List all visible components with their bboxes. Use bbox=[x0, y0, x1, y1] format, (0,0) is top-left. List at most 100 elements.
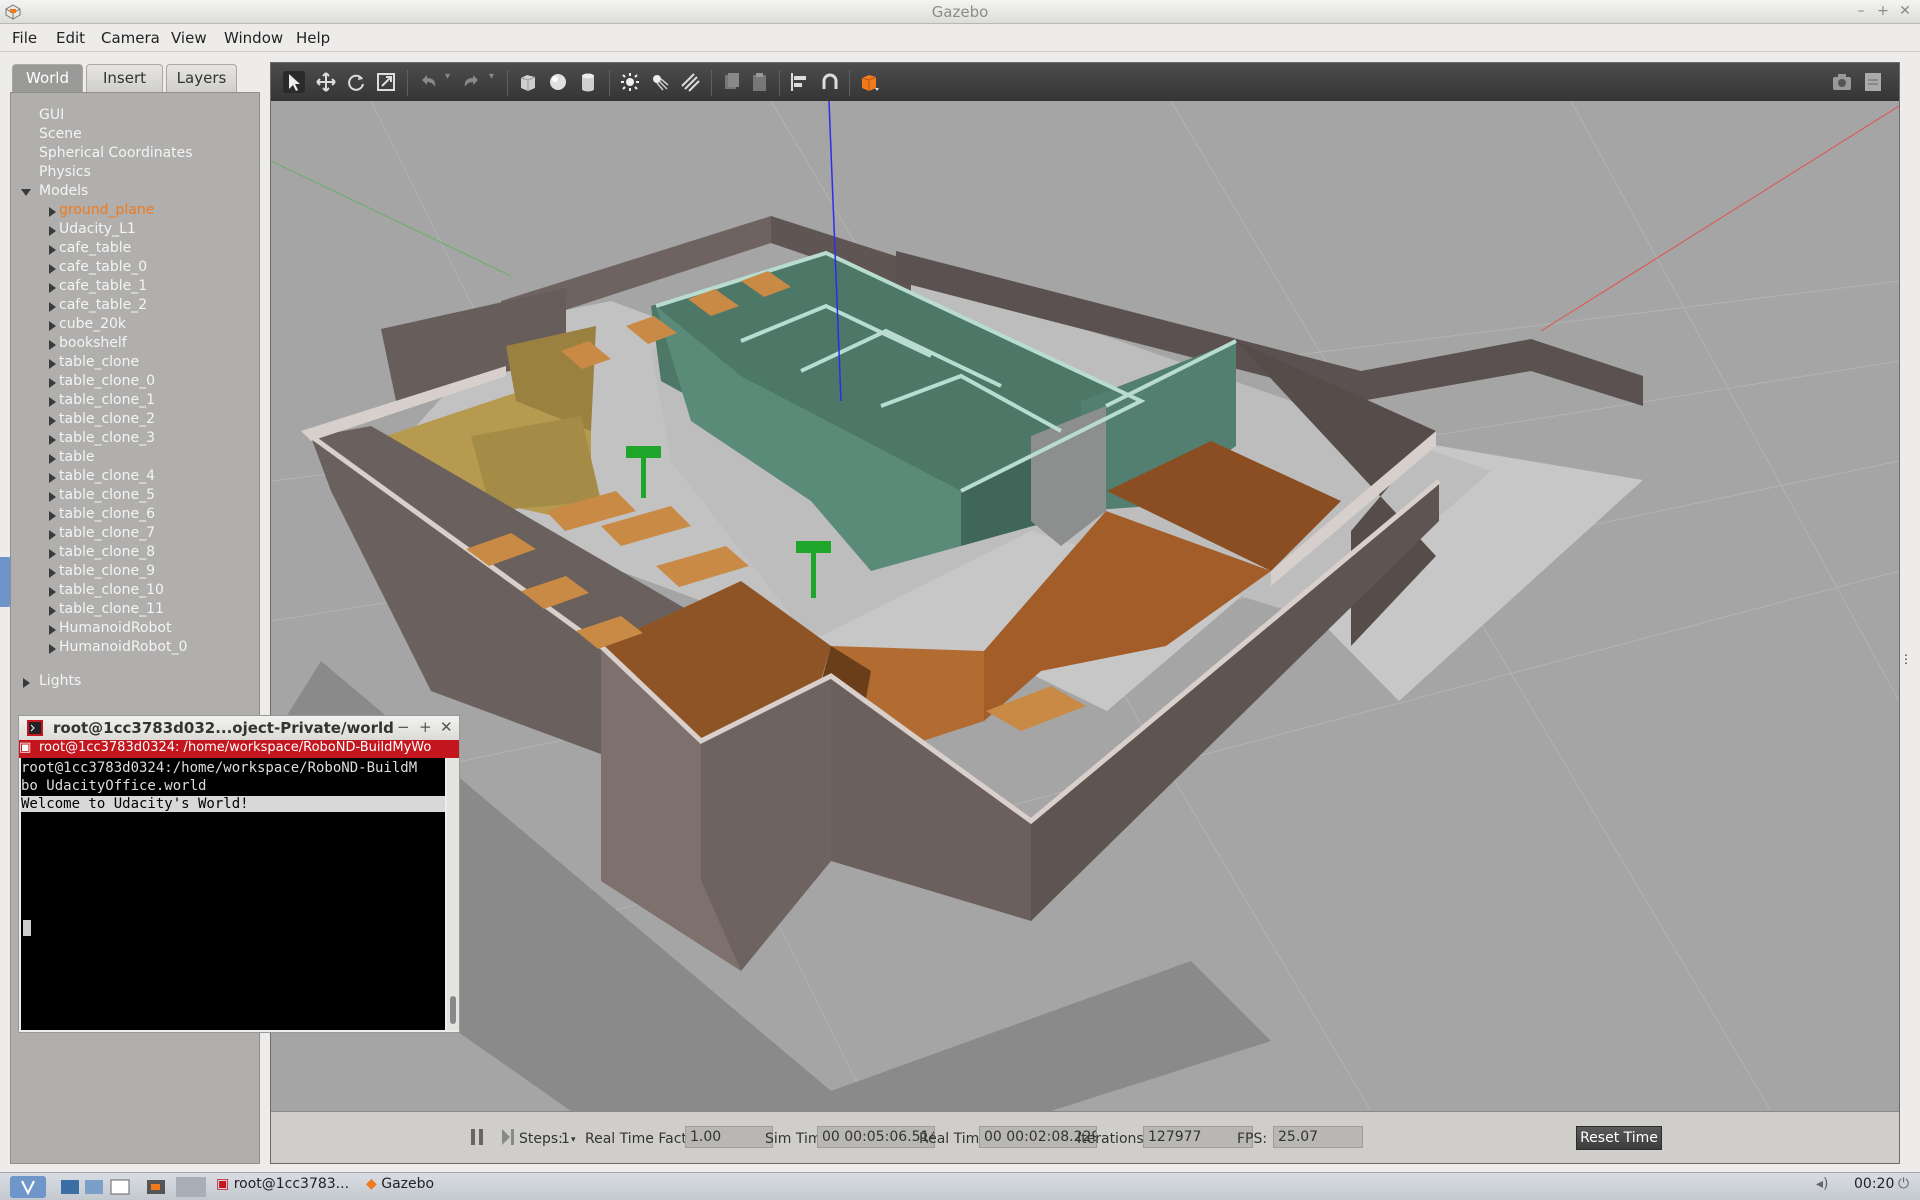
file-manager-icon[interactable] bbox=[84, 1178, 104, 1196]
tree-item-model[interactable]: bookshelf bbox=[59, 335, 127, 351]
taskbar-item-gazebo[interactable]: ◆ Gazebo bbox=[366, 1176, 466, 1198]
volume-icon[interactable]: ◂) bbox=[1816, 1176, 1829, 1198]
expand-model-icon[interactable] bbox=[49, 454, 56, 464]
menu-help[interactable]: Help bbox=[296, 29, 330, 47]
redo-icon[interactable] bbox=[461, 71, 483, 93]
cylinder-icon[interactable] bbox=[577, 71, 599, 93]
tree-item-models[interactable]: Models bbox=[39, 183, 88, 199]
power-icon[interactable]: ⏻ bbox=[1898, 1176, 1909, 1198]
select-arrow-icon[interactable] bbox=[283, 71, 305, 93]
start-menu-icon[interactable] bbox=[10, 1176, 46, 1198]
expand-model-icon[interactable] bbox=[49, 226, 56, 236]
expand-model-icon[interactable] bbox=[49, 416, 56, 426]
show-desktop-icon[interactable] bbox=[60, 1178, 80, 1196]
tree-item-model[interactable]: cafe_table_0 bbox=[59, 259, 147, 275]
expand-model-icon[interactable] bbox=[49, 606, 56, 616]
tree-item-lights[interactable]: Lights bbox=[39, 673, 81, 689]
steps-value[interactable]: 1 bbox=[561, 1131, 570, 1147]
spot-light-icon[interactable] bbox=[649, 71, 671, 93]
tab-insert[interactable]: Insert bbox=[86, 64, 163, 92]
terminal-minimize-icon[interactable]: − bbox=[397, 718, 410, 736]
tree-item-model[interactable]: table_clone_10 bbox=[59, 582, 164, 598]
terminal-tab[interactable]: ▣ root@1cc3783d0324: /home/workspace/Robo… bbox=[19, 740, 459, 758]
copy-icon[interactable] bbox=[721, 71, 743, 93]
tree-item-model[interactable]: cube_20k bbox=[59, 316, 126, 332]
terminal-close-icon[interactable]: ✕ bbox=[440, 718, 453, 736]
terminal-launcher-icon[interactable] bbox=[110, 1178, 130, 1196]
right-dock-handle[interactable]: ⋮ bbox=[1900, 652, 1912, 666]
expand-model-icon[interactable] bbox=[49, 302, 56, 312]
directional-light-icon[interactable] bbox=[679, 71, 701, 93]
reset-time-button[interactable]: Reset Time bbox=[1576, 1126, 1662, 1150]
maximize-icon[interactable]: + bbox=[1874, 2, 1892, 20]
tree-item-model[interactable]: table_clone bbox=[59, 354, 139, 370]
steps-dropdown-icon[interactable]: ▾ bbox=[571, 1135, 576, 1145]
minimize-icon[interactable]: – bbox=[1852, 2, 1870, 20]
expand-model-icon[interactable] bbox=[49, 207, 56, 217]
undo-icon[interactable] bbox=[417, 71, 439, 93]
expand-model-icon[interactable] bbox=[49, 644, 56, 654]
terminal-output[interactable]: root@1cc3783d0324:/home/workspace/RoboND… bbox=[21, 758, 445, 1030]
tree-item-model[interactable]: cafe_table_1 bbox=[59, 278, 147, 294]
tree-item-model[interactable]: HumanoidRobot_0 bbox=[59, 639, 187, 655]
tree-item-model[interactable]: ground_plane bbox=[59, 202, 154, 218]
tree-item-model[interactable]: table_clone_9 bbox=[59, 563, 155, 579]
sphere-icon[interactable] bbox=[547, 71, 569, 93]
menu-view[interactable]: View bbox=[171, 29, 207, 47]
expand-model-icon[interactable] bbox=[49, 321, 56, 331]
taskbar-item-terminal[interactable]: ▣ root@1cc3783... bbox=[216, 1176, 356, 1198]
expand-model-icon[interactable] bbox=[49, 397, 56, 407]
tree-item-model[interactable]: table bbox=[59, 449, 94, 465]
tree-item-model[interactable]: table_clone_3 bbox=[59, 430, 155, 446]
terminal-scrollbar[interactable] bbox=[447, 758, 459, 1030]
tree-item-model[interactable]: Udacity_L1 bbox=[59, 221, 136, 237]
tree-item-model[interactable]: table_clone_7 bbox=[59, 525, 155, 541]
tab-world[interactable]: World bbox=[12, 64, 83, 93]
menu-edit[interactable]: Edit bbox=[56, 29, 85, 47]
screenshot-icon[interactable] bbox=[1831, 71, 1853, 93]
expand-model-icon[interactable] bbox=[49, 283, 56, 293]
expand-models-icon[interactable] bbox=[21, 189, 31, 196]
tree-item-model[interactable]: table_clone_1 bbox=[59, 392, 155, 408]
expand-model-icon[interactable] bbox=[49, 473, 56, 483]
expand-model-icon[interactable] bbox=[49, 245, 56, 255]
expand-model-icon[interactable] bbox=[49, 378, 56, 388]
menu-camera[interactable]: Camera bbox=[101, 29, 160, 47]
tree-item-model[interactable]: table_clone_5 bbox=[59, 487, 155, 503]
expand-model-icon[interactable] bbox=[49, 435, 56, 445]
view-angle-icon[interactable] bbox=[859, 71, 881, 93]
scale-icon[interactable] bbox=[375, 71, 397, 93]
terminal-titlebar[interactable]: root@1cc3783d032...oject-Private/world −… bbox=[19, 716, 459, 740]
tab-layers[interactable]: Layers bbox=[166, 64, 237, 92]
expand-model-icon[interactable] bbox=[49, 549, 56, 559]
tree-item-model[interactable]: table_clone_4 bbox=[59, 468, 155, 484]
expand-model-icon[interactable] bbox=[49, 359, 56, 369]
tree-item-model[interactable]: cafe_table bbox=[59, 240, 131, 256]
rotate-icon[interactable] bbox=[345, 71, 367, 93]
expand-model-icon[interactable] bbox=[49, 264, 56, 274]
close-icon[interactable]: ✕ bbox=[1896, 2, 1914, 20]
tree-item-physics[interactable]: Physics bbox=[39, 164, 91, 180]
expand-model-icon[interactable] bbox=[49, 625, 56, 635]
expand-model-icon[interactable] bbox=[49, 587, 56, 597]
align-icon[interactable] bbox=[789, 71, 811, 93]
pause-icon[interactable] bbox=[468, 1126, 486, 1148]
expand-lights-icon[interactable] bbox=[23, 678, 30, 688]
expand-model-icon[interactable] bbox=[49, 568, 56, 578]
tree-item-model[interactable]: HumanoidRobot bbox=[59, 620, 171, 636]
tree-item-model[interactable]: table_clone_6 bbox=[59, 506, 155, 522]
expand-model-icon[interactable] bbox=[49, 340, 56, 350]
tree-item-scene[interactable]: Scene bbox=[39, 126, 82, 142]
gazebo-launcher-icon[interactable] bbox=[146, 1178, 166, 1196]
tree-item-spherical-coordinates[interactable]: Spherical Coordinates bbox=[39, 145, 193, 161]
point-light-icon[interactable] bbox=[619, 71, 641, 93]
expand-model-icon[interactable] bbox=[49, 492, 56, 502]
tree-item-model[interactable]: table_clone_0 bbox=[59, 373, 155, 389]
tree-item-model[interactable]: table_clone_8 bbox=[59, 544, 155, 560]
expand-model-icon[interactable] bbox=[49, 511, 56, 521]
translate-icon[interactable] bbox=[315, 71, 337, 93]
tree-item-model[interactable]: cafe_table_2 bbox=[59, 297, 147, 313]
step-icon[interactable] bbox=[499, 1126, 517, 1148]
tree-item-model[interactable]: table_clone_2 bbox=[59, 411, 155, 427]
menu-window[interactable]: Window bbox=[224, 29, 283, 47]
